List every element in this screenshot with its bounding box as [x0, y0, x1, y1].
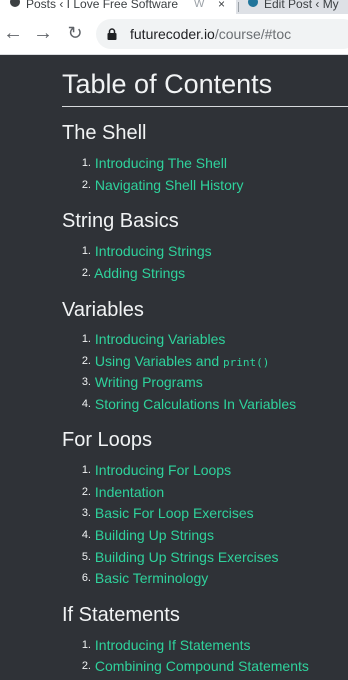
item-number: 3. — [81, 376, 91, 388]
lesson-link[interactable]: Introducing Variables — [95, 331, 225, 347]
reload-button[interactable]: ↻ — [62, 20, 88, 46]
address-bar[interactable]: futurecoder.io/course/#toc — [96, 19, 348, 49]
tab-strip: Posts ‹ I Love Free Software W × Edit Po… — [0, 0, 348, 14]
close-tab-icon[interactable]: × — [218, 0, 225, 11]
item-number: 2. — [81, 355, 91, 367]
tab-edit-post-title: Edit Post ‹ My — [264, 0, 339, 11]
url-path: /course/#toc — [214, 26, 292, 42]
list-item: 1. Introducing Variables — [78, 329, 226, 349]
reload-icon: ↻ — [67, 23, 83, 43]
item-number: 2. — [81, 486, 91, 498]
lesson-link[interactable]: Writing Programs — [95, 374, 203, 390]
list-item: 2. Adding Strings — [78, 263, 185, 283]
item-number: 1. — [81, 157, 91, 169]
list-item: 4. Storing Calculations In Variables — [78, 394, 296, 414]
list-item: 3. Basic For Loop Exercises — [78, 503, 254, 523]
section-heading-variables: Variables — [62, 299, 144, 321]
list-item: 1. Introducing If Statements — [78, 635, 251, 655]
title-divider — [62, 106, 348, 107]
section-heading-string-basics: String Basics — [62, 210, 179, 232]
list-item: 1. Introducing For Loops — [78, 460, 231, 480]
page-content: Table of Contents The Shell 1. Introduci… — [0, 55, 348, 680]
section-heading-if-statements: If Statements — [62, 604, 180, 626]
list-item: 1. Introducing The Shell — [78, 153, 227, 173]
lesson-link[interactable]: Using Variables and print() — [95, 353, 270, 369]
lesson-link[interactable]: Basic For Loop Exercises — [95, 505, 254, 521]
section-heading-the-shell: The Shell — [62, 122, 147, 144]
item-number: 3. — [81, 507, 91, 519]
item-number: 1. — [81, 333, 91, 345]
lesson-link[interactable]: Combining Compound Statements — [95, 658, 309, 674]
page-title: Table of Contents — [62, 69, 273, 99]
code-snippet: print() — [223, 356, 270, 369]
list-item: 2. Navigating Shell History — [78, 175, 244, 195]
list-item: 6. Basic Terminology — [78, 568, 208, 588]
lesson-link[interactable]: Introducing Strings — [95, 243, 212, 259]
item-number: 4. — [81, 398, 91, 410]
lesson-link[interactable]: Introducing The Shell — [95, 155, 227, 171]
item-number: 5. — [81, 551, 91, 563]
lesson-link[interactable]: Storing Calculations In Variables — [95, 396, 296, 412]
item-number: 1. — [81, 639, 91, 651]
list-item: 1. Introducing Strings — [78, 241, 212, 261]
back-arrow-icon: ← — [3, 22, 23, 44]
item-number: 6. — [81, 572, 91, 584]
lesson-link[interactable]: Introducing If Statements — [95, 637, 251, 653]
lesson-link[interactable]: Building Up Strings Exercises — [95, 549, 279, 565]
url-host: futurecoder.io — [130, 26, 215, 42]
browser-window: Posts ‹ I Love Free Software W × Edit Po… — [0, 0, 348, 680]
list-item: 2. Indentation — [78, 482, 164, 502]
section-heading-for-loops: For Loops — [62, 429, 153, 451]
lock-icon — [107, 28, 117, 40]
tab-posts-title: Posts ‹ I Love Free Software — [26, 0, 179, 11]
list-item: 2. Using Variables and print() — [78, 351, 270, 371]
forward-button[interactable]: → — [30, 20, 56, 46]
item-number: 2. — [81, 267, 91, 279]
list-item: 4. Building Up Strings — [78, 525, 214, 545]
item-number: 2. — [81, 660, 91, 672]
item-number: 2. — [81, 179, 91, 191]
forward-arrow-icon: → — [33, 22, 53, 44]
lesson-link[interactable]: Indentation — [95, 484, 164, 500]
tab-divider — [238, 2, 239, 12]
list-item: 5. Building Up Strings Exercises — [78, 547, 279, 567]
lesson-link-text: Using Variables and — [94, 353, 224, 369]
tab-overflow-icon: W — [194, 0, 205, 10]
tab-edit-post[interactable]: Edit Post ‹ My — [240, 0, 348, 14]
lesson-link[interactable]: Basic Terminology — [95, 570, 208, 586]
lesson-link[interactable]: Adding Strings — [94, 265, 185, 281]
list-item: 2. Combining Compound Statements — [78, 656, 309, 676]
browser-toolbar: ← → ↻ futurecoder.io/course/#toc — [0, 14, 348, 55]
lesson-link[interactable]: Introducing For Loops — [95, 462, 231, 478]
url-text: futurecoder.io/course/#toc — [130, 19, 291, 49]
back-button[interactable]: ← — [0, 20, 26, 46]
wordpress-favicon-icon — [10, 0, 20, 7]
lesson-link[interactable]: Building Up Strings — [95, 527, 214, 543]
lesson-link[interactable]: Navigating Shell History — [95, 177, 244, 193]
item-number: 1. — [81, 464, 91, 476]
wordpress-favicon-icon — [248, 0, 258, 7]
list-item: 3. Writing Programs — [78, 372, 203, 392]
item-number: 1. — [81, 245, 91, 257]
item-number: 4. — [81, 529, 91, 541]
